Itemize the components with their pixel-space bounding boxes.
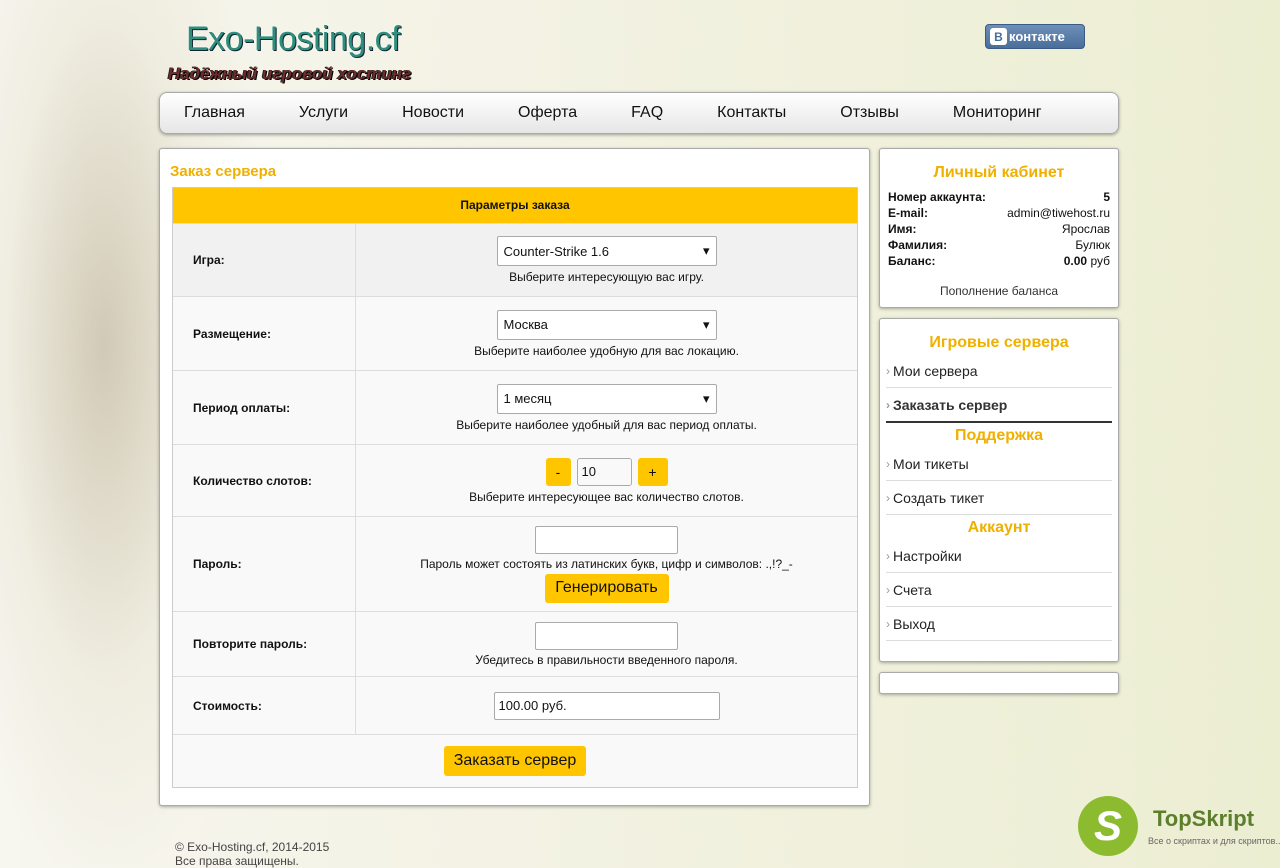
account-row: Номер аккаунта: 5 <box>888 190 1110 204</box>
nav-contacts[interactable]: Контакты <box>717 104 786 122</box>
password-input[interactable] <box>535 525 678 554</box>
hint-password: Пароль может состоять из латинских букв,… <box>420 556 793 571</box>
account-title: Личный кабинет <box>933 164 1065 181</box>
chevron-down-icon: ▾ <box>702 243 710 258</box>
sidebar-item-create-ticket[interactable]: › Создать тикет <box>886 481 1112 515</box>
location-select[interactable]: Москва ▾ <box>496 309 717 340</box>
row-submit: Заказать сервер <box>173 734 857 787</box>
copyright: © Exo-Hosting.cf, 2014-2015 <box>175 840 330 854</box>
location-select-value: Москва <box>503 317 548 332</box>
row-location: Размещение: Москва ▾ Выберите наиболее у… <box>173 296 857 370</box>
chevron-right-icon: › <box>886 582 890 597</box>
balance-row: Баланс: 0.00 руб <box>880 254 1118 270</box>
slots-plus-button[interactable]: + <box>637 457 668 486</box>
sidebar-item-invoices[interactable]: › Счета <box>886 573 1112 607</box>
topskript-logo-icon: S <box>1078 796 1138 856</box>
hint-game: Выберите интересующую вас игру. <box>509 270 704 284</box>
chevron-right-icon: › <box>886 548 890 563</box>
topup-link[interactable]: Пополнение баланса <box>880 284 1118 298</box>
nav-news[interactable]: Новости <box>402 104 464 122</box>
label-game: Игра: <box>173 224 356 296</box>
game-select-value: Counter-Strike 1.6 <box>503 243 610 259</box>
cost-field: 100.00 руб. <box>493 691 720 720</box>
chevron-right-icon: › <box>886 456 890 471</box>
order-table: Параметры заказа Игра: Counter-Strike 1.… <box>172 187 858 788</box>
row-cost: Стоимость: 100.00 руб. <box>173 676 857 734</box>
hint-slots: Выберите интересующее вас количество сло… <box>469 489 744 504</box>
sidebar-item-settings[interactable]: › Настройки <box>886 539 1112 573</box>
account-row: E-mail: admin@tiwehost.ru <box>888 206 1110 220</box>
nav-monitoring[interactable]: Мониторинг <box>953 104 1042 122</box>
sidebar-menu: Игровые сервера › Мои сервера › Заказать с… <box>879 318 1119 662</box>
row-password-repeat: Повторите пароль: Убедитесь в правильнос… <box>173 611 857 676</box>
nav-faq[interactable]: FAQ <box>631 104 663 122</box>
label-password-repeat: Повторите пароль: <box>173 612 356 676</box>
nav-offer[interactable]: Оферта <box>518 104 577 122</box>
sidebar-item-order-server[interactable]: › Заказать сервер <box>886 388 1112 423</box>
site-slogan: Надёжный игровой хостинг <box>168 64 412 83</box>
account-row: Фамилия: Булюк <box>888 238 1110 252</box>
row-game: Игра: Counter-Strike 1.6 ▾ Выберите инте… <box>173 223 857 296</box>
generate-button[interactable]: Генерировать <box>544 573 669 603</box>
nav-reviews[interactable]: Отзывы <box>840 104 899 122</box>
chevron-down-icon: ▾ <box>702 316 710 332</box>
sidebar-item-logout[interactable]: › Выход <box>886 607 1112 641</box>
label-period: Период оплаты: <box>173 371 356 444</box>
hint-password-repeat: Убедитесь в правильности введенного паро… <box>475 652 738 667</box>
sidebar-game-title: Игровые сервера <box>929 334 1069 351</box>
account-panel: Личный кабинет Номер аккаунта: 5 E-mail: a… <box>879 148 1119 308</box>
topskript-sub: Все о скриптах и для скриптов... <box>1148 836 1280 846</box>
sidebar-item-my-tickets[interactable]: › Мои тикеты <box>886 447 1112 481</box>
sidebar-support-title: Поддержка <box>954 427 1044 444</box>
period-select-value: 1 месяц <box>503 391 552 406</box>
chevron-right-icon: › <box>886 490 890 505</box>
topskript-name: TopSkript <box>1153 806 1255 831</box>
site-logo[interactable]: Exo-Hosting.cf <box>186 20 401 59</box>
page-title: Заказ сервера <box>170 163 277 180</box>
main-nav: Главная Услуги Новости Оферта FAQ Контак… <box>159 92 1119 134</box>
balance-unit: руб <box>1087 254 1110 268</box>
rights: Все права защищены. <box>175 854 299 868</box>
row-password: Пароль: Пароль может состоять из латинск… <box>173 516 857 611</box>
chevron-right-icon: › <box>886 616 890 631</box>
vk-icon: B <box>990 28 1007 45</box>
vk-label: контакте <box>1009 29 1065 44</box>
password-repeat-input[interactable] <box>535 621 678 650</box>
row-period: Период оплаты: 1 месяц ▾ Выберите наибол… <box>173 370 857 444</box>
nav-services[interactable]: Услуги <box>299 104 348 122</box>
sidebar-account-title: Аккаунт <box>967 519 1031 536</box>
label-location: Размещение: <box>173 297 356 370</box>
order-server-button[interactable]: Заказать сервер <box>444 746 586 776</box>
label-password: Пароль: <box>173 517 356 611</box>
label-slots: Количество слотов: <box>173 445 356 516</box>
balance-value: 0.00 <box>1063 254 1088 268</box>
chevron-down-icon: ▾ <box>702 390 710 406</box>
hint-location: Выберите наиболее удобную для вас локаци… <box>474 343 739 358</box>
table-header: Параметры заказа <box>173 188 857 223</box>
vk-button[interactable]: B контакте <box>985 24 1085 49</box>
slots-input[interactable]: 10 <box>576 457 632 486</box>
empty-panel <box>879 672 1119 694</box>
game-select[interactable]: Counter-Strike 1.6 ▾ <box>496 236 717 266</box>
label-cost: Стоимость: <box>173 677 356 734</box>
chevron-right-icon: › <box>886 397 890 412</box>
order-panel: Заказ сервера Параметры заказа Игра: Cou… <box>159 148 870 806</box>
nav-home[interactable]: Главная <box>184 104 245 122</box>
period-select[interactable]: 1 месяц ▾ <box>496 383 717 414</box>
account-row: Имя: Ярослав <box>888 222 1110 236</box>
slots-minus-button[interactable]: - <box>545 457 571 486</box>
chevron-right-icon: › <box>886 363 890 378</box>
footer: © Exo-Hosting.cf, 2014-2015 Все права за… <box>175 840 329 868</box>
row-slots: Количество слотов: - 10 + Выберите интер… <box>173 444 857 516</box>
hint-period: Выберите наиболее удобный для вас период… <box>456 417 757 432</box>
sidebar-item-my-servers[interactable]: › Мои сервера <box>886 354 1112 388</box>
balance-label: Баланс: <box>888 254 936 268</box>
